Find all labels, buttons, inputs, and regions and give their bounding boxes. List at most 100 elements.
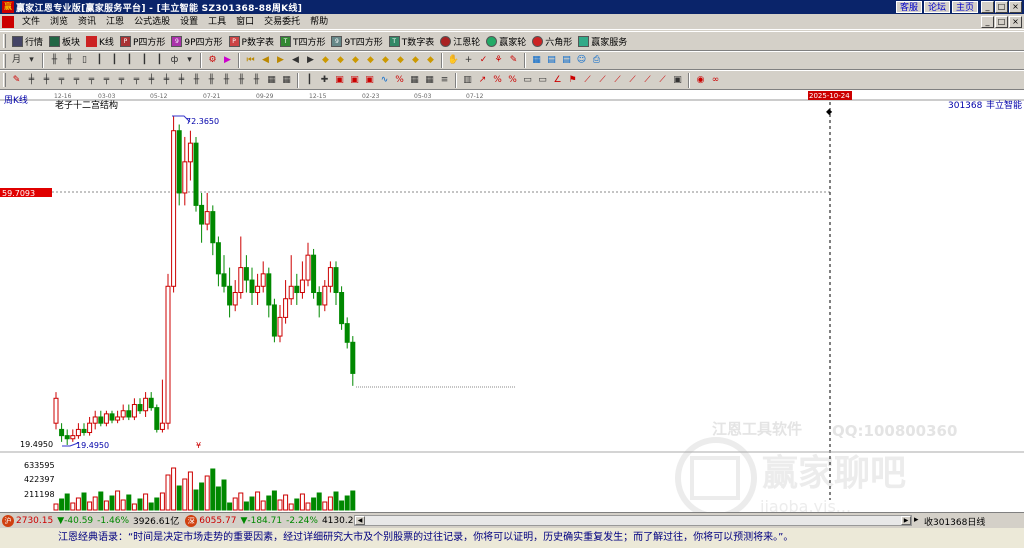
table-2-icon[interactable]: ▤ (560, 54, 573, 67)
diamond-5-icon[interactable]: ◆ (379, 54, 392, 67)
people-icon[interactable]: ☺ (575, 54, 588, 67)
scroll-right-btn-icon[interactable]: ▸ (914, 515, 919, 525)
gann-bar-13-icon[interactable]: ╫ (205, 74, 218, 87)
menu-gann[interactable]: 江恩 (101, 14, 129, 30)
gann-bar-4-icon[interactable]: ╤ (70, 74, 83, 87)
back-icon[interactable]: ◀ (289, 54, 302, 67)
menu-help[interactable]: 帮助 (305, 14, 333, 30)
hand-icon[interactable]: ✋ (447, 54, 460, 67)
kline-chart[interactable]: 12-16 03-03 05-12 07-21 09-29 12-15 02-23 05-03… (0, 90, 1024, 519)
bar-chart-icon[interactable]: ╫ (48, 54, 61, 67)
diamond-8-icon[interactable]: ◆ (424, 54, 437, 67)
pct-icon[interactable]: % (393, 74, 406, 87)
fan-icon[interactable]: ⚘ (492, 54, 505, 67)
check-icon[interactable]: ✓ (477, 54, 490, 67)
fan-3-icon[interactable]: ⟋ (596, 74, 609, 87)
angle-icon[interactable]: ∠ (551, 74, 564, 87)
t-table-button[interactable]: T T数字表 (386, 33, 438, 49)
menu-file[interactable]: 文件 (17, 14, 45, 30)
diamond-4-icon[interactable]: ◆ (364, 54, 377, 67)
lines-icon[interactable]: ≡ (438, 74, 451, 87)
period-month-button[interactable]: 月 (10, 54, 23, 67)
zoom-icon[interactable]: ⚙ (206, 54, 219, 67)
child-minimize-button[interactable]: _ (981, 16, 994, 28)
candle-5-icon[interactable]: ┃ (153, 54, 166, 67)
first-icon[interactable]: ⏮ (244, 54, 257, 67)
gann-bar-12-icon[interactable]: ╫ (190, 74, 203, 87)
diamond-icon[interactable]: ◆ (319, 54, 332, 67)
t-square-button[interactable]: T T四方形 (277, 33, 329, 49)
fib-icon[interactable]: ↗ (476, 74, 489, 87)
child-close-button[interactable]: × (1009, 16, 1022, 28)
gann-bar-14-icon[interactable]: ╫ (220, 74, 233, 87)
quote-button[interactable]: 行情 (9, 33, 46, 49)
diamond-6-icon[interactable]: ◆ (394, 54, 407, 67)
gann-bar-7-icon[interactable]: ╤ (115, 74, 128, 87)
split-icon[interactable]: ┃ (303, 74, 316, 87)
box-5-icon[interactable]: ▭ (536, 74, 549, 87)
line-style-icon[interactable]: ф (168, 54, 181, 67)
candle-hollow-icon[interactable]: ▯ (78, 54, 91, 67)
menu-window[interactable]: 窗口 (231, 14, 259, 30)
horizontal-scrollbar[interactable]: ◀ ▶ (354, 515, 912, 526)
gann-bar-15-icon[interactable]: ╫ (235, 74, 248, 87)
diamond-2-icon[interactable]: ◆ (334, 54, 347, 67)
grid-icon[interactable]: ▦ (408, 74, 421, 87)
box-4-icon[interactable]: ▭ (521, 74, 534, 87)
box-icon[interactable]: ▣ (333, 74, 346, 87)
chart-area[interactable]: 12-16 03-03 05-12 07-21 09-29 12-15 02-23 05-03… (0, 90, 1024, 519)
9t-square-button[interactable]: 9 9T四方形 (328, 33, 385, 49)
diamond-7-icon[interactable]: ◆ (409, 54, 422, 67)
gann-bar-17-icon[interactable]: ▦ (265, 74, 278, 87)
menu-browse[interactable]: 浏览 (45, 14, 73, 30)
service-button[interactable]: 赢家服务 (575, 33, 630, 49)
gann-bar-8-icon[interactable]: ╤ (130, 74, 143, 87)
gann-bar-3-icon[interactable]: ╤ (55, 74, 68, 87)
diamond-3-icon[interactable]: ◆ (349, 54, 362, 67)
gann-bar-2-icon[interactable]: ╪ (40, 74, 53, 87)
gann-bar-6-icon[interactable]: ╤ (100, 74, 113, 87)
box-3-icon[interactable]: ▣ (363, 74, 376, 87)
prev-page-icon[interactable]: ◀ (259, 54, 272, 67)
minimize-button[interactable]: _ (981, 1, 994, 13)
tool-icon[interactable]: ✎ (507, 54, 520, 67)
scroll-right-icon[interactable]: ▶ (901, 516, 911, 525)
candle-icon[interactable]: ┃ (93, 54, 106, 67)
box-6-icon[interactable]: ▣ (671, 74, 684, 87)
maximize-button[interactable]: □ (995, 1, 1008, 13)
gann-bar-5-icon[interactable]: ╤ (85, 74, 98, 87)
child-restore-button[interactable]: □ (995, 16, 1008, 28)
winner-wheel-button[interactable]: 赢家轮 (483, 33, 529, 49)
9p-square-button[interactable]: 9 9P四方形 (168, 33, 225, 49)
candle-2-icon[interactable]: ┃ (108, 54, 121, 67)
gann-bar-9-icon[interactable]: ╪ (145, 74, 158, 87)
calc-icon[interactable]: ▦ (530, 54, 543, 67)
menu-info[interactable]: 资讯 (73, 14, 101, 30)
circle-icon[interactable]: ◉ (694, 74, 707, 87)
scroll-left-icon[interactable]: ◀ (355, 516, 365, 525)
candle-4-icon[interactable]: ┃ (138, 54, 151, 67)
wave-icon[interactable]: ∿ (378, 74, 391, 87)
close-button[interactable]: × (1009, 1, 1022, 13)
menu-formula[interactable]: 公式选股 (129, 14, 175, 30)
menu-trade[interactable]: 交易委托 (259, 14, 305, 30)
sz-index-icon[interactable]: 深 (185, 514, 198, 527)
menu-tools[interactable]: 工具 (203, 14, 231, 30)
next-page-icon[interactable]: ▶ (274, 54, 287, 67)
gann-bar-18-icon[interactable]: ▦ (280, 74, 293, 87)
dropdown-icon[interactable]: ▾ (183, 54, 196, 67)
pct-2-icon[interactable]: % (491, 74, 504, 87)
period-dropdown-icon[interactable]: ▾ (25, 54, 38, 67)
hexagon-button[interactable]: 六角形 (529, 33, 575, 49)
candle-3-icon[interactable]: ┃ (123, 54, 136, 67)
gann-bar-10-icon[interactable]: ╪ (160, 74, 173, 87)
sh-index-icon[interactable]: 沪 (2, 514, 14, 527)
fan-4-icon[interactable]: ⟋ (611, 74, 624, 87)
fan-6-icon[interactable]: ⟋ (641, 74, 654, 87)
gann-bar-1-icon[interactable]: ╪ (25, 74, 38, 87)
infinity-icon[interactable]: ∞ (709, 74, 722, 87)
print-icon[interactable]: ⎙ (590, 54, 603, 67)
gann-bar-11-icon[interactable]: ╪ (175, 74, 188, 87)
gann-wheel-button[interactable]: 江恩轮 (437, 33, 483, 49)
sector-button[interactable]: 板块 (46, 33, 83, 49)
